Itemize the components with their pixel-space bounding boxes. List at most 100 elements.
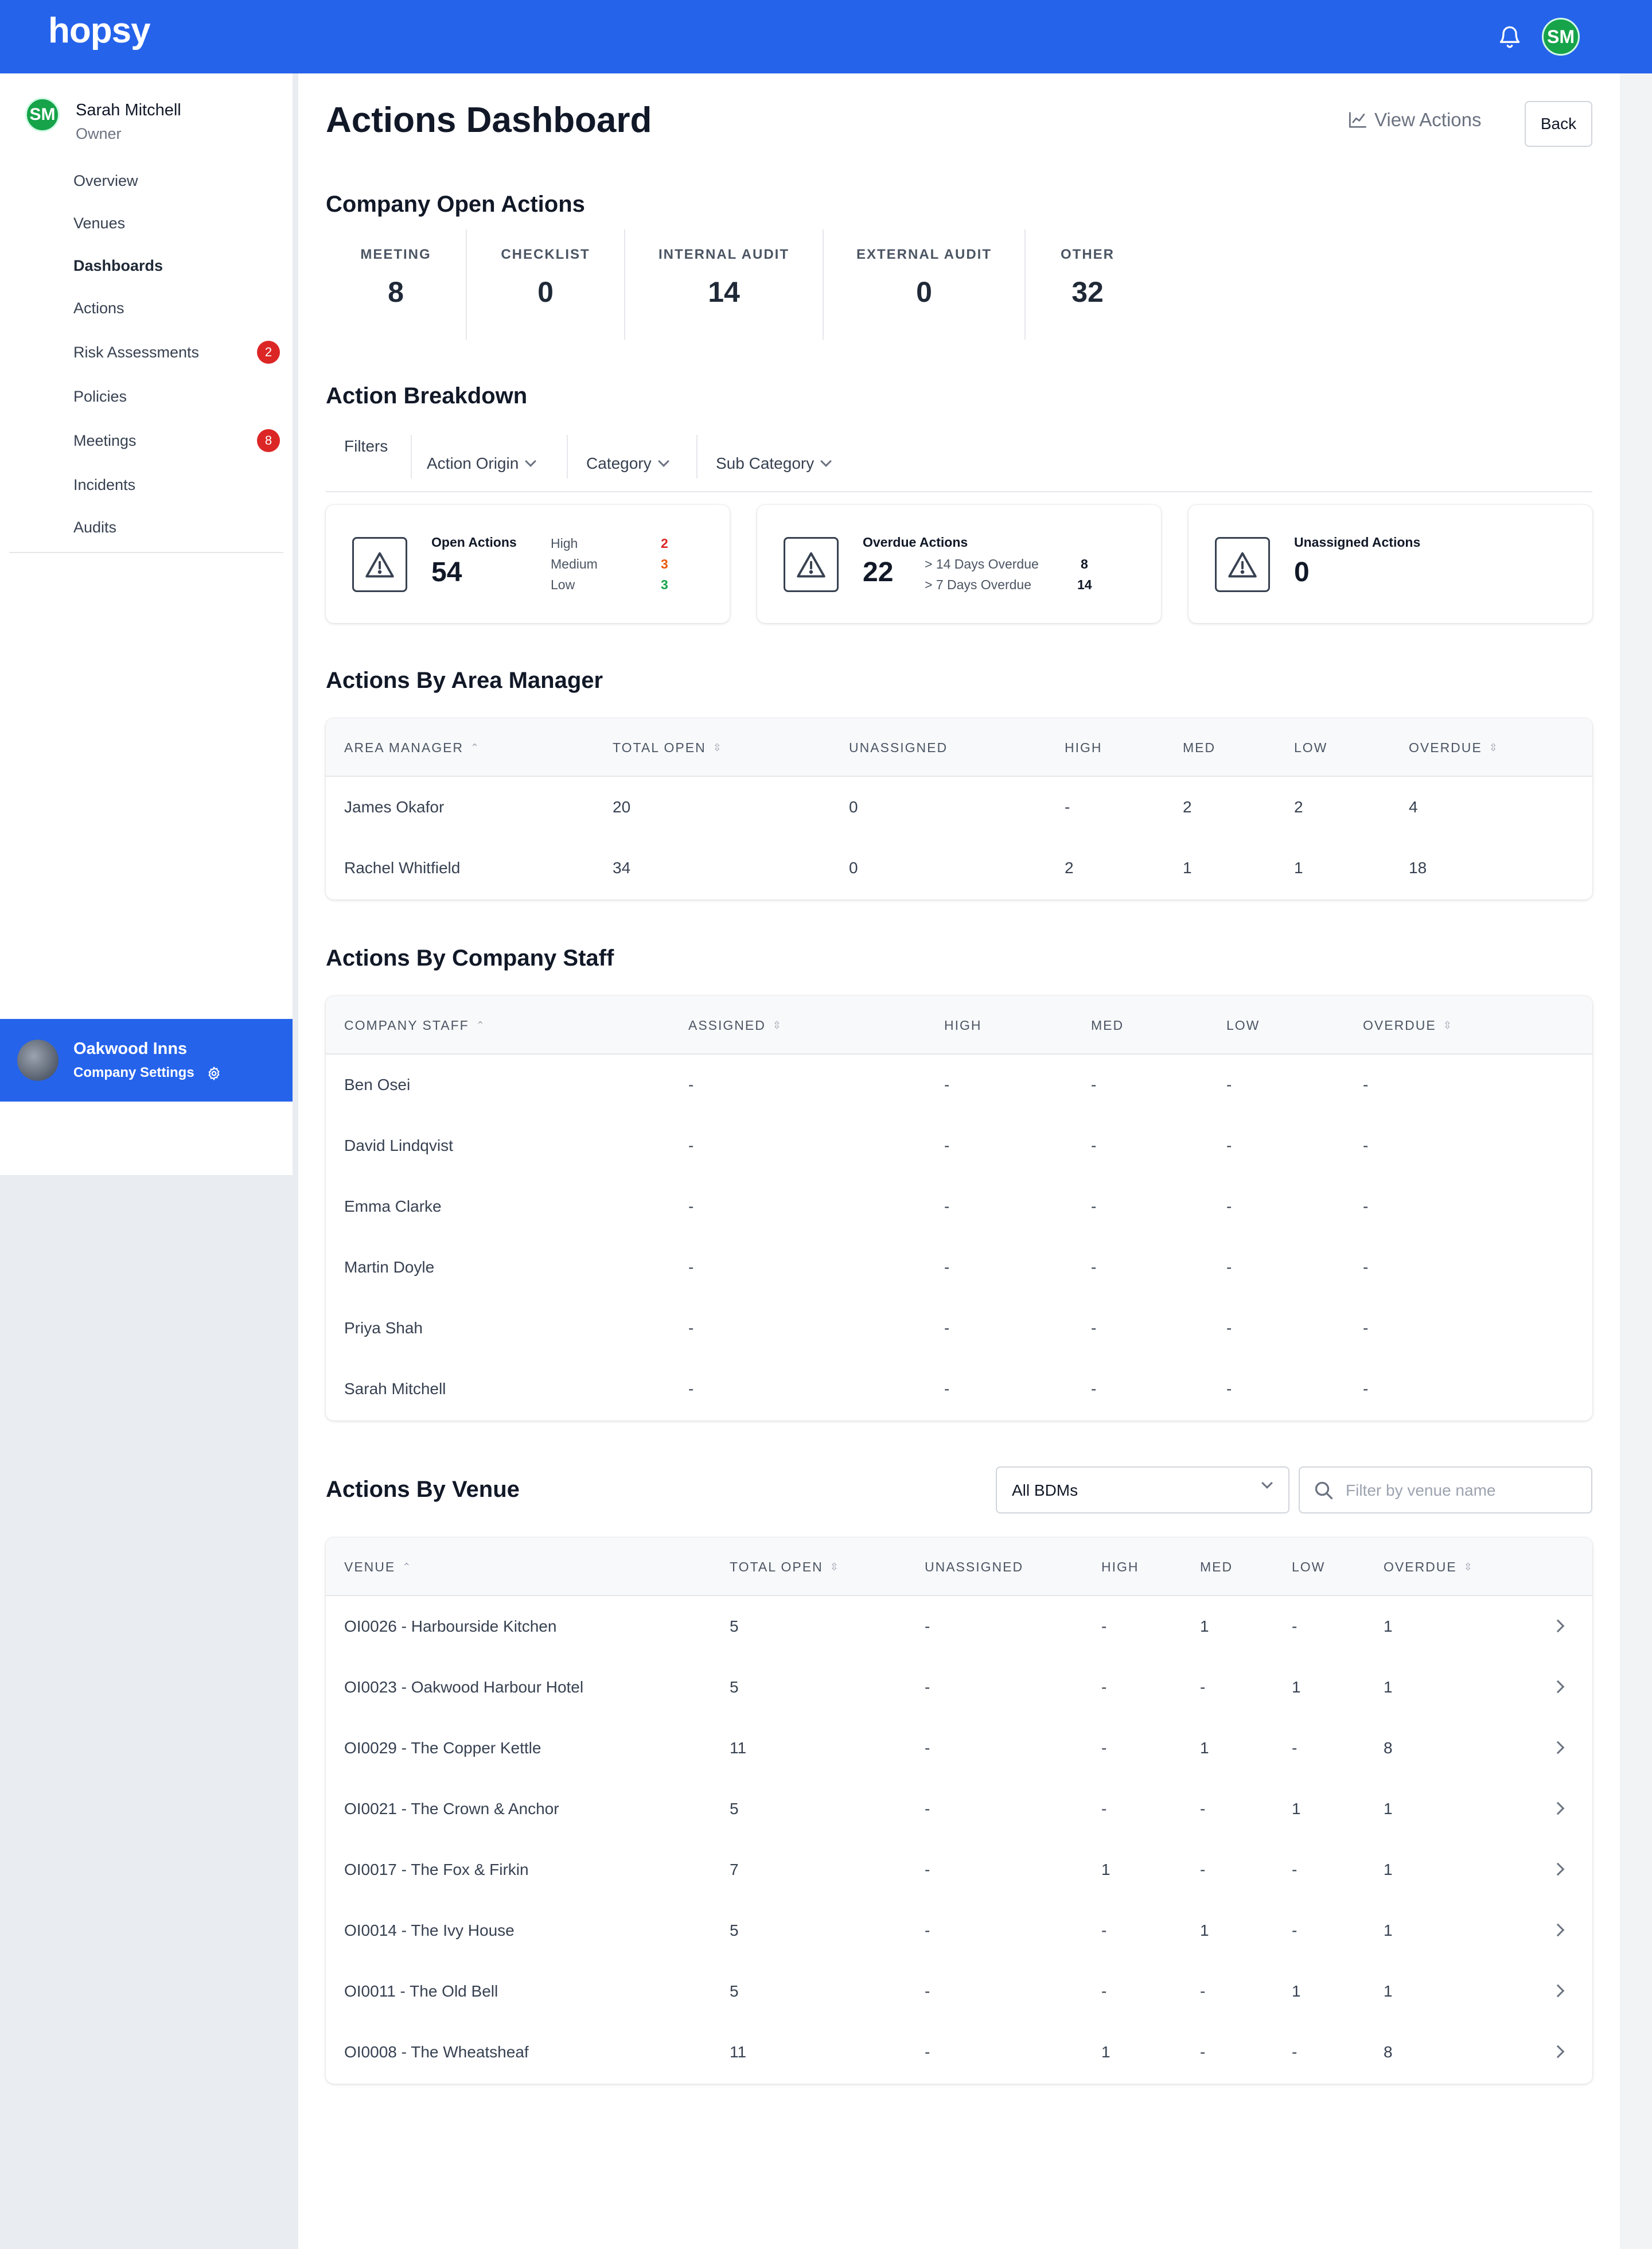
column-header-label: HIGH <box>1065 740 1102 755</box>
table-row[interactable]: Emma Clarke - - - - - <box>326 1176 1592 1237</box>
sidebar-item-venues[interactable]: Venues <box>73 202 286 244</box>
company-switcher[interactable]: Oakwood Inns Company Settings <box>0 1019 293 1102</box>
divider <box>696 435 698 478</box>
area-manager-table: AREA MANAGER ⌃ TOTAL OPEN ⇳ UNASSIGNED HIG… <box>326 718 1592 900</box>
cell: 0 <box>849 859 858 877</box>
table-row[interactable]: OI0011 - The Old Bell 5 - - - 1 1 <box>326 1961 1592 2022</box>
table-row[interactable]: OI0021 - The Crown & Anchor 5 - - - 1 1 <box>326 1779 1592 1839</box>
column-header[interactable]: OVERDUE ⇳ <box>1384 1538 1472 1596</box>
cell: 11 <box>730 1739 747 1757</box>
venue-search-input[interactable] <box>1346 1477 1581 1504</box>
chevron-right-icon[interactable] <box>1551 1862 1565 1876</box>
column-header: HIGH <box>1065 718 1102 777</box>
column-header[interactable]: AREA MANAGER ⌃ <box>344 718 479 777</box>
column-header[interactable]: OVERDUE ⇳ <box>1363 996 1452 1055</box>
view-actions-link[interactable]: View Actions <box>1348 109 1482 131</box>
sidebar-item-meetings[interactable]: Meetings 8 <box>73 418 286 464</box>
table-row[interactable]: Martin Doyle - - - - - <box>326 1237 1592 1298</box>
column-header[interactable]: OVERDUE ⇳ <box>1409 718 1498 777</box>
cell: - <box>1292 1739 1298 1757</box>
column-header[interactable]: VENUE ⌃ <box>344 1538 411 1596</box>
sidebar-item-dashboards[interactable]: Dashboards <box>73 244 286 287</box>
table-row[interactable]: Priya Shah - - - - - <box>326 1298 1592 1359</box>
overdue-label: > 7 Days Overdue <box>925 577 1032 592</box>
venue-search[interactable] <box>1299 1466 1592 1513</box>
app-logo[interactable]: hopsy <box>48 10 151 51</box>
stat-value: 8 <box>388 276 404 308</box>
cell: 34 <box>613 859 631 877</box>
bdm-select[interactable]: All BDMs <box>996 1466 1289 1513</box>
column-header[interactable]: COMPANY STAFF ⌃ <box>344 996 485 1055</box>
sidebar-item-incidents[interactable]: Incidents <box>73 464 286 506</box>
sidebar-item-policies[interactable]: Policies <box>73 375 286 418</box>
stat-meeting: MEETING 8 <box>326 229 467 340</box>
chevron-right-icon[interactable] <box>1551 2045 1565 2059</box>
cell: - <box>1226 1258 1232 1276</box>
table-row[interactable]: OI0008 - The Wheatsheaf 11 - 1 - - 8 <box>326 2022 1592 2083</box>
cell: - <box>1101 1982 1107 2000</box>
chevron-right-icon[interactable] <box>1551 1741 1565 1754</box>
column-header[interactable]: ASSIGNED ⇳ <box>688 996 781 1055</box>
cell: - <box>1091 1137 1097 1154</box>
user-name: Sarah Mitchell <box>76 101 181 119</box>
card-value: 22 <box>863 557 894 587</box>
cell: Priya Shah <box>344 1319 423 1337</box>
cell: - <box>688 1137 694 1154</box>
section-title-open-actions: Company Open Actions <box>326 192 585 217</box>
table-row[interactable]: OI0017 - The Fox & Firkin 7 - 1 - - 1 <box>326 1839 1592 1900</box>
section-title-venues: Actions By Venue <box>326 1477 520 1502</box>
sidebar-item-overview[interactable]: Overview <box>73 159 286 202</box>
back-button[interactable]: Back <box>1525 101 1592 147</box>
stat-value: 0 <box>537 276 554 308</box>
column-header-label: TOTAL OPEN <box>730 1559 823 1574</box>
column-header[interactable]: TOTAL OPEN ⇳ <box>613 718 722 777</box>
table-row[interactable]: David Lindqvist - - - - - <box>326 1115 1592 1176</box>
card-title: Unassigned Actions <box>1294 535 1421 550</box>
table-row[interactable]: OI0026 - Harbourside Kitchen 5 - - 1 - 1 <box>326 1596 1592 1657</box>
cell: 5 <box>730 1982 739 2000</box>
cell: - <box>1363 1197 1369 1215</box>
user-avatar[interactable]: SM <box>1542 18 1580 56</box>
column-header[interactable]: TOTAL OPEN ⇳ <box>730 1538 839 1596</box>
cell: - <box>1091 1258 1097 1276</box>
chevron-right-icon[interactable] <box>1551 1619 1565 1633</box>
cell: - <box>1101 1678 1107 1696</box>
scrollbar[interactable] <box>1620 73 1652 2249</box>
sidebar-item-label: Actions <box>73 299 124 317</box>
cell: - <box>925 1617 930 1635</box>
stat-label: INTERNAL AUDIT <box>659 247 789 262</box>
cell: - <box>1292 1617 1298 1635</box>
table-row[interactable]: OI0023 - Oakwood Harbour Hotel 5 - - - 1… <box>326 1657 1592 1718</box>
chevron-right-icon[interactable] <box>1551 1923 1565 1937</box>
company-settings-link[interactable]: Company Settings <box>73 1065 194 1081</box>
gear-icon[interactable] <box>206 1066 221 1081</box>
filter-category[interactable]: Category <box>586 454 669 473</box>
column-header-label: LOW <box>1294 740 1328 755</box>
table-row[interactable]: OI0029 - The Copper Kettle 11 - - 1 - 8 <box>326 1718 1592 1779</box>
filter-label: Action Origin <box>427 454 519 472</box>
cell: 1 <box>1200 1617 1209 1635</box>
column-header-label: MED <box>1200 1559 1233 1574</box>
cell: 11 <box>730 2043 747 2061</box>
column-header-label: OVERDUE <box>1384 1559 1457 1574</box>
table-row[interactable]: Rachel Whitfield 34 0 2 1 1 18 <box>326 838 1592 898</box>
chevron-right-icon[interactable] <box>1551 1801 1565 1815</box>
chevron-right-icon[interactable] <box>1551 1984 1565 1998</box>
bell-icon[interactable] <box>1497 23 1522 50</box>
table-row[interactable]: OI0014 - The Ivy House 5 - - 1 - 1 <box>326 1900 1592 1961</box>
sidebar-item-audits[interactable]: Audits <box>73 506 286 548</box>
cell: 1 <box>1292 1800 1301 1818</box>
filter-sub-category[interactable]: Sub Category <box>716 454 832 473</box>
sidebar-item-risk-assessments[interactable]: Risk Assessments 2 <box>73 329 286 375</box>
filter-action-origin[interactable]: Action Origin <box>427 454 537 473</box>
overdue-14-count: 8 <box>1081 557 1088 571</box>
cell: - <box>1200 1678 1206 1696</box>
table-row[interactable]: James Okafor 20 0 - 2 2 4 <box>326 777 1592 838</box>
table-row[interactable]: Sarah Mitchell - - - - - <box>326 1359 1592 1419</box>
cell: 2 <box>1065 859 1074 877</box>
cell: - <box>1200 2043 1206 2061</box>
sidebar-item-actions[interactable]: Actions <box>73 287 286 329</box>
table-row[interactable]: Ben Osei - - - - - <box>326 1055 1592 1115</box>
chevron-right-icon[interactable] <box>1551 1680 1565 1694</box>
top-bar: hopsy SM <box>0 0 1652 73</box>
